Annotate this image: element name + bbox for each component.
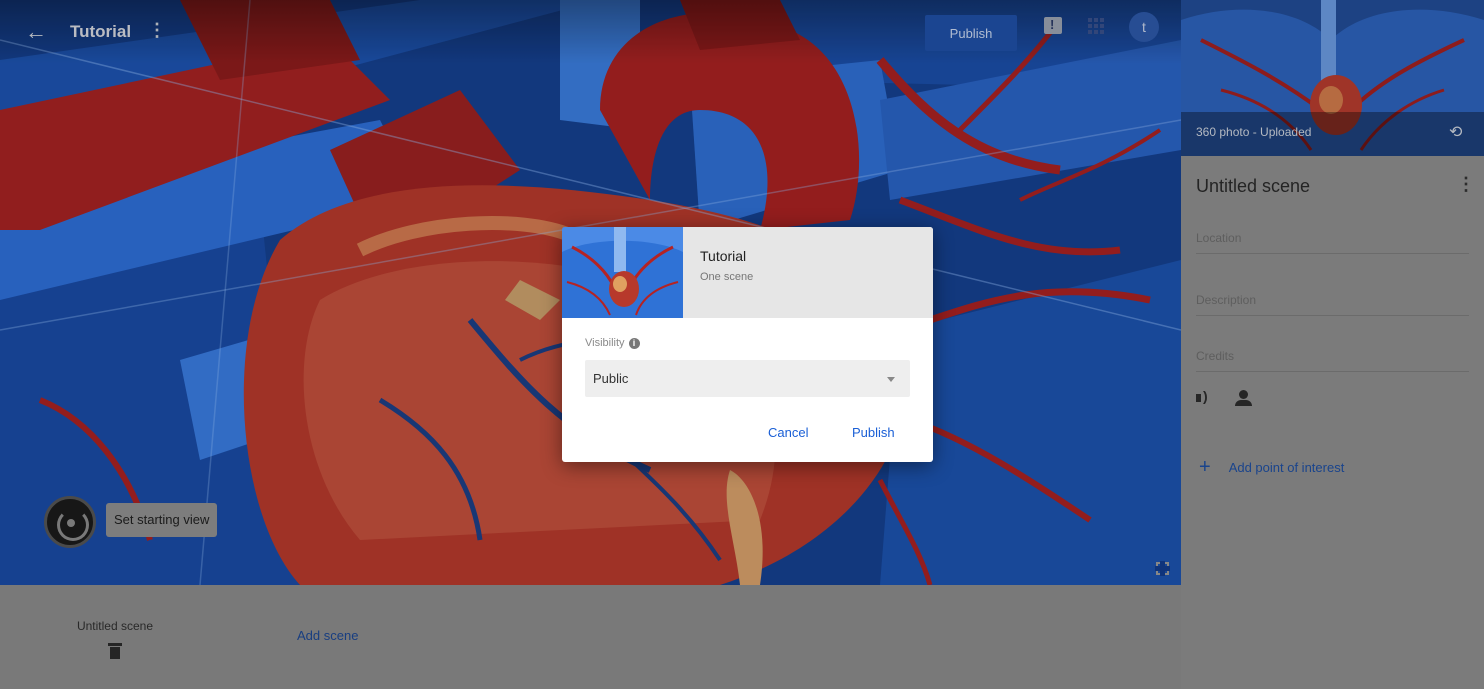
dialog-title: Tutorial [700,248,747,264]
visibility-value: Public [593,371,629,386]
dialog-header: Tutorial One scene [562,227,933,318]
dialog-subtitle: One scene [700,271,754,283]
visibility-label: Visibility i [585,337,640,349]
dialog-publish-button[interactable]: Publish [852,425,895,440]
info-icon[interactable]: i [628,337,640,349]
visibility-select[interactable]: Public [585,360,910,397]
publish-dialog: Tutorial One scene Visibility i Public C… [562,227,933,462]
visibility-label-text: Visibility [585,337,625,349]
dialog-thumbnail-image [562,227,683,318]
dialog-tour-thumbnail [562,227,683,318]
chevron-down-icon [887,377,895,382]
cancel-button[interactable]: Cancel [768,425,808,440]
